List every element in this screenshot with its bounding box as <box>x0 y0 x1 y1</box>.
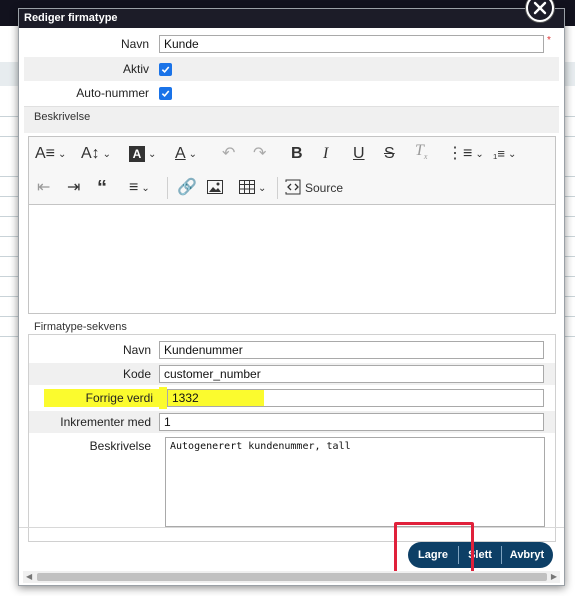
font-size-icon: A≡ <box>35 145 56 162</box>
strikethrough-icon: S <box>384 145 395 162</box>
seq-desc-textarea[interactable]: Autogenerert kundenummer, tall <box>165 437 545 527</box>
source-button[interactable]: Source <box>285 177 343 199</box>
remove-format-button[interactable]: Tx <box>415 141 428 165</box>
indent-icon: ⇥ <box>67 179 81 196</box>
bulleted-list-icon: ⋮≡ <box>447 145 473 162</box>
seq-increment-input[interactable]: 1 <box>159 413 544 431</box>
table-icon <box>239 179 255 197</box>
seq-increment-row: Inkrementer med 1 <box>29 411 555 433</box>
highlight-icon: A <box>129 146 145 162</box>
underline-button[interactable]: U <box>353 143 365 165</box>
source-icon <box>285 179 301 198</box>
bulleted-list-button[interactable]: ⋮≡ ⌄ <box>447 143 484 165</box>
active-row: Aktiv <box>24 57 559 81</box>
scroll-left-icon[interactable]: ◀ <box>26 571 32 583</box>
toolbar-separator <box>277 177 278 199</box>
description-label: Beskrivelse <box>34 111 91 123</box>
seq-desc-label: Beskrivelse <box>89 439 151 453</box>
description-header-row <box>24 107 559 133</box>
sequence-section-label: Firmatype-sekvens <box>34 321 127 333</box>
cancel-button[interactable]: Avbryt <box>502 549 552 561</box>
highlight-gap <box>159 387 167 409</box>
name-label: Navn <box>120 37 149 51</box>
numbered-list-icon: ₁≡ <box>493 146 505 161</box>
chevron-down-icon: ⌄ <box>141 182 150 194</box>
horizontal-scrollbar[interactable]: ◀ ▶ <box>23 571 560 583</box>
align-icon: ≡ <box>129 179 139 196</box>
undo-icon: ↶ <box>222 145 236 162</box>
seq-prev-label-wrap: Forrige verdi <box>29 389 159 407</box>
close-icon <box>533 1 547 15</box>
indent-button[interactable]: ⇥ <box>67 177 80 199</box>
sequence-panel: Navn Kundenummer Kode customer_number Fo… <box>28 334 556 542</box>
bold-button[interactable]: B <box>291 143 303 165</box>
link-icon: 🔗 <box>177 179 197 196</box>
autonumber-label: Auto-nummer <box>76 86 149 100</box>
blockquote-button[interactable]: “ <box>97 177 107 199</box>
seq-name-label: Navn <box>122 343 151 357</box>
image-button[interactable] <box>207 177 223 199</box>
align-button[interactable]: ≡ ⌄ <box>129 177 150 199</box>
editor-toolbar: A≡ ⌄ A↕ ⌄ A ⌄ A ⌄ ↶ ↷ B I U S Tx ⋮≡ ⌄ ₁≡… <box>29 137 555 205</box>
active-label: Aktiv <box>122 62 149 76</box>
annotation-highlight-box <box>394 522 474 574</box>
seq-code-input[interactable]: customer_number <box>159 365 544 383</box>
editor-content-area[interactable] <box>29 205 555 313</box>
table-button[interactable]: ⌄ <box>239 177 266 199</box>
font-size-button[interactable]: A≡ ⌄ <box>35 143 66 165</box>
seq-name-input[interactable]: Kundenummer <box>159 341 544 359</box>
undo-button[interactable]: ↶ <box>222 143 235 165</box>
strikethrough-button[interactable]: S <box>384 143 395 165</box>
autonumber-checkbox[interactable] <box>159 86 172 100</box>
chevron-down-icon: ⌄ <box>475 148 484 160</box>
link-button[interactable]: 🔗 <box>177 177 197 199</box>
scrollbar-thumb[interactable] <box>37 573 547 581</box>
source-label: Source <box>305 181 344 195</box>
chevron-down-icon: ⌄ <box>102 148 112 160</box>
seq-code-label: Kode <box>122 367 151 381</box>
seq-name-row: Navn Kundenummer <box>29 339 555 361</box>
italic-button[interactable]: I <box>323 143 328 165</box>
font-color-button[interactable]: A ⌄ <box>175 143 197 165</box>
chevron-down-icon: ⌄ <box>258 182 267 194</box>
seq-prev-value-row: Forrige verdi 1332 <box>29 387 555 409</box>
highlight-button[interactable]: A ⌄ <box>129 143 156 165</box>
name-input[interactable]: Kunde <box>159 35 544 53</box>
dialog-footer: Lagre Slett Avbryt <box>19 527 564 571</box>
active-checkbox[interactable] <box>159 62 172 76</box>
image-icon <box>207 179 223 197</box>
outdent-button[interactable]: ⇤ <box>37 177 50 199</box>
line-height-icon: A↕ <box>81 145 100 162</box>
scroll-right-icon[interactable]: ▶ <box>551 571 557 583</box>
underline-icon: U <box>353 145 365 162</box>
chevron-down-icon: ⌄ <box>188 148 198 160</box>
dialog-title: Rediger firmatype <box>19 9 564 28</box>
autonumber-row: Auto-nummer <box>24 81 559 105</box>
chevron-down-icon: ⌄ <box>58 148 67 160</box>
seq-prev-input[interactable]: 1332 <box>167 389 544 407</box>
line-height-button[interactable]: A↕ ⌄ <box>81 143 111 165</box>
font-color-icon: A <box>175 145 186 162</box>
numbered-list-button[interactable]: ₁≡ ⌄ <box>493 143 516 165</box>
chevron-down-icon: ⌄ <box>148 148 157 160</box>
toolbar-separator <box>167 177 168 199</box>
redo-icon: ↷ <box>253 145 267 162</box>
seq-code-row: Kode customer_number <box>29 363 555 385</box>
required-marker: * <box>547 34 551 46</box>
redo-button[interactable]: ↷ <box>253 143 266 165</box>
chevron-down-icon: ⌄ <box>507 148 517 160</box>
outdent-icon: ⇤ <box>37 179 51 196</box>
remove-format-icon: Tx <box>415 141 428 162</box>
name-row: Navn Kunde * <box>24 32 559 56</box>
blockquote-icon: “ <box>97 177 107 199</box>
italic-icon: I <box>323 145 329 162</box>
seq-increment-label: Inkrementer med <box>60 415 151 429</box>
seq-prev-label: Forrige verdi <box>43 389 159 407</box>
bold-icon: B <box>291 145 303 162</box>
rich-text-editor: A≡ ⌄ A↕ ⌄ A ⌄ A ⌄ ↶ ↷ B I U S Tx ⋮≡ ⌄ ₁≡… <box>28 136 556 314</box>
edit-company-type-dialog: Rediger firmatype Navn Kunde * Aktiv Aut… <box>18 8 565 586</box>
